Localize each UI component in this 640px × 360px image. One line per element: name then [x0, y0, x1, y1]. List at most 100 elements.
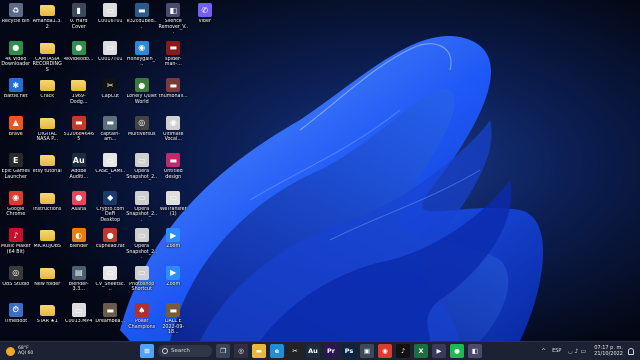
screen-recorder-icon[interactable]: ▣ [360, 344, 374, 358]
desktop-icon[interactable]: ♪ Music Maker (64 Bit) [0, 227, 32, 265]
desktop-icon[interactable]: ▭ Photoshop Shortcut [126, 265, 158, 303]
folder-icon [39, 305, 55, 316]
desktop-icon[interactable]: Instructions [32, 190, 64, 228]
search-placeholder: Search [171, 348, 190, 354]
chrome-taskbar-icon[interactable]: ◉ [378, 344, 392, 358]
media-player-icon[interactable]: ▶ [432, 344, 446, 358]
desktop-icon-label: Opera Snapshot_2... [126, 244, 158, 261]
epic-games-icon: E [8, 153, 23, 167]
desktop-icon[interactable]: ▭ C0017T01 [95, 40, 127, 78]
desktop-icon[interactable]: ▤ blender-3.3... [63, 265, 95, 303]
desktop-icon[interactable]: ▬ thumbnail... [158, 77, 190, 115]
desktop-icon[interactable]: STAR ★1 [32, 302, 64, 340]
photoshop-icon[interactable]: Ps [342, 344, 356, 358]
desktop-icon[interactable]: ● cuphead.fat [95, 227, 127, 265]
show-hidden-icons-chevron-icon[interactable]: ^ [541, 348, 546, 355]
desktop-icon[interactable]: ▬ 51206846465 [63, 115, 95, 153]
language-indicator[interactable]: ESP [552, 348, 561, 354]
spotify-icon[interactable]: ● [450, 344, 464, 358]
image-file-icon: ▭ [134, 153, 149, 167]
desktop-icon[interactable]: ◎ OBS Studio [0, 265, 32, 303]
desktop-icon[interactable]: ◆ Crypto.com DeFi Desktop [95, 190, 127, 228]
clock[interactable]: 07:17 p. m. 21/10/2022 [594, 345, 623, 357]
desktop-icon[interactable]: etsy tutorial [32, 152, 64, 190]
desktop-icon-label: CV_Sheetsc... [95, 281, 126, 293]
obs-taskbar-icon[interactable]: ◎ [234, 344, 248, 358]
desktop-icon-label: Lonely Quiet World [126, 94, 157, 105]
tiktok-icon[interactable]: ♪ [396, 344, 410, 358]
desktop-icon[interactable]: ▬ captain-am... [95, 115, 127, 153]
desktop-icon[interactable]: ● 4K Video Downloader [0, 40, 32, 78]
premiere-icon[interactable]: Pr [324, 344, 338, 358]
file-explorer-icon[interactable]: ▬ [252, 344, 266, 358]
desktop-icon[interactable]: ▭ Opera Snapshot_2... [126, 152, 158, 190]
desktop-icon-label: CapCut [101, 94, 120, 99]
desktop-icon[interactable]: Crack [32, 77, 64, 115]
audition-icon[interactable]: Au [306, 344, 320, 358]
desktop-icon[interactable]: ▭ C0016T01 [95, 2, 127, 40]
desktop-icon[interactable]: ♻ Recycle Bin [0, 2, 32, 40]
weather-widget[interactable]: 68°F AQI 60 [6, 346, 66, 357]
desktop-icon[interactable]: ▶ Zoom [158, 265, 190, 303]
desktop-icon[interactable]: ▬ Untitled design [158, 152, 190, 190]
desktop-icon[interactable]: 1969-Dodg... [63, 77, 95, 115]
desktop-icon[interactable]: ▶ Zoom [158, 227, 190, 265]
desktop-icon[interactable]: ✂ CapCut [95, 77, 127, 115]
desktop-icon-label: C0013.MP4 [65, 319, 93, 324]
desktop-icon[interactable]: ▬ e32cd1bed... [126, 2, 158, 40]
desktop-icon[interactable]: ⏱ TimeBoot [0, 302, 32, 340]
desktop-icon[interactable]: ● 4kvideodo... [63, 40, 95, 78]
desktop-icon[interactable]: ▲ Brave [0, 115, 32, 153]
desktop-icon[interactable]: ✆ Viber [189, 2, 221, 40]
excel-icon[interactable]: X [414, 344, 428, 358]
desktop-icon[interactable]: ▭ CV_Sheetsc... [95, 265, 127, 303]
desktop-icon[interactable]: New folder [32, 265, 64, 303]
desktop-icon-label: thumbnail... [158, 94, 188, 99]
desktop-icon[interactable]: ▭ C0013.MP4 [63, 302, 95, 340]
desktop-icon-label: C0017T01 [97, 56, 123, 62]
desktop-icon[interactable]: ◧ Silence Remover_V... [158, 2, 190, 40]
desktop-icon[interactable]: ▬ Dreambea... [95, 302, 127, 340]
image-file-icon: ▬ [103, 303, 118, 317]
capcut-taskbar-icon[interactable]: ✂ [288, 344, 302, 358]
misc-app-icon[interactable]: ◧ [468, 344, 482, 358]
desktop-icon[interactable]: ◐ Blender [63, 227, 95, 265]
desktop-icon[interactable]: ◉ Google Chrome [0, 190, 32, 228]
desktop-icon-label: MultiVersus [127, 131, 156, 137]
edge-icon[interactable]: e [270, 344, 284, 358]
desktop-icon[interactable]: ▬ spider-man-... [158, 40, 190, 78]
poker-icon: ♠ [134, 303, 149, 317]
desktop-icon[interactable]: ▭ WeTransfer (1) [158, 190, 190, 228]
desktop-icon[interactable]: ✱ Battle.net [0, 77, 32, 115]
desktop-icon[interactable]: ▬ DALL E 2022-09-18... [158, 302, 190, 340]
start-button[interactable]: ⊞ [140, 344, 154, 358]
desktop-icon[interactable]: ▮ 0. Hard Cover [63, 2, 95, 40]
desktop-icon[interactable]: ▭ Opera Snapshot_2... [126, 227, 158, 265]
desktop-icon[interactable]: CAMTASIA RECORDINGS [32, 40, 64, 78]
desktop-icon[interactable]: ▭ CASE_LAMI... [95, 152, 127, 190]
desktop-icon[interactable]: DIGITAL NASA P... [32, 115, 64, 153]
desktop-icon[interactable]: MICROJOBS [32, 227, 64, 265]
desktop-icon[interactable]: ▭ Opera Snapshot_2... [126, 190, 158, 228]
desktop-icon-label: CASE_LAMI... [95, 169, 126, 180]
folder-icon [39, 117, 55, 129]
desktop-icon[interactable]: ● Asana [63, 190, 95, 228]
video-file-icon: ▭ [103, 3, 118, 17]
desktop-icon[interactable]: ♠ Poker Champions [126, 302, 158, 340]
notifications-bell-icon[interactable] [628, 347, 634, 355]
zoom-icon: ▶ [166, 265, 181, 280]
task-view-icon[interactable]: ❐ [216, 344, 230, 358]
adobe-audition-icon: Au [71, 153, 86, 167]
folder-icon [39, 267, 55, 279]
taskbar-search-box[interactable]: Search [158, 345, 212, 357]
desktop-icon[interactable]: ◉ Honeygain_... [126, 40, 158, 78]
desktop-icon[interactable]: E Epic Games Launcher [0, 152, 32, 190]
desktop-icon[interactable]: ● Lonely Quiet World [126, 77, 158, 115]
desktop-icon[interactable]: ◉ Ultimate Vocal... [158, 115, 190, 153]
desktop-icon[interactable]: Au Adobe Auditi... [63, 152, 95, 190]
wifi-volume-battery-icon[interactable]: ◡♪▭ [567, 348, 588, 355]
image-file-icon: ▭ [134, 265, 149, 280]
taskbar: 68°F AQI 60 ⊞ Search ❐ ◎ ▬ e ✂ Au Pr Ps ▣ ◉ ♪ X ▶ ● ◧ ^ … [0, 341, 640, 360]
desktop-icon[interactable]: Amanda1.3.2 [32, 2, 64, 40]
desktop-icon[interactable]: ◎ MultiVersus [126, 115, 158, 153]
